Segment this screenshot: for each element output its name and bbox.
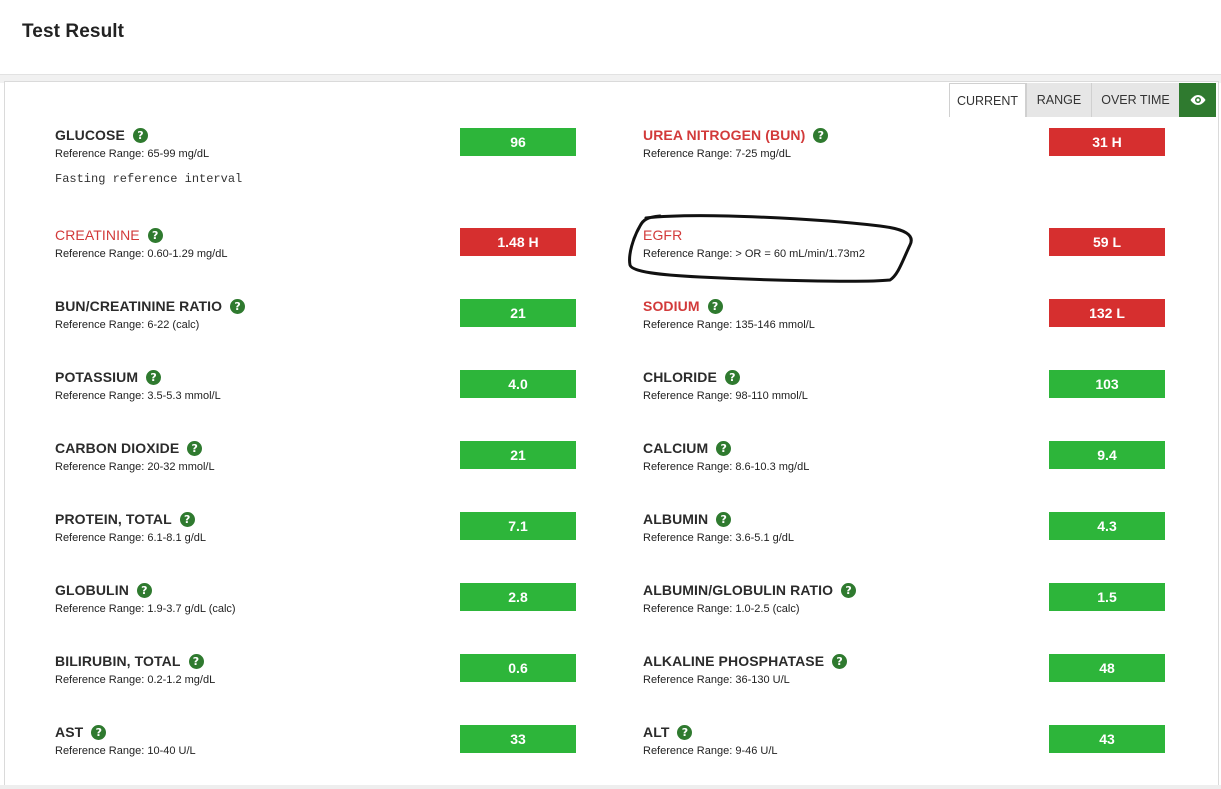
test-name-label: UREA NITROGEN (BUN) [643,127,806,143]
test-name-label: ALT [643,724,670,740]
result-value-badge[interactable]: 43 [1049,725,1165,753]
test-name: GLUCOSE? [55,127,148,143]
reference-range: Reference Range: 1.9-3.7 g/dL (calc) [55,603,236,615]
help-icon[interactable]: ? [187,440,203,456]
help-icon[interactable]: ? [230,298,246,314]
test-name-label: BUN/CREATININE RATIO [55,298,223,314]
reference-range: Reference Range: 0.60-1.29 mg/dL [55,248,228,260]
help-icon[interactable]: ? [716,511,732,527]
eye-icon [1190,95,1205,105]
test-name-label: BILIRUBIN, TOTAL [55,653,181,669]
reference-range: Reference Range: 20-32 mmol/L [55,461,215,473]
test-name: GLOBULIN? [55,582,152,598]
result-value-badge[interactable]: 4.3 [1049,512,1165,540]
help-icon[interactable]: ? [132,127,148,143]
test-name: ALT? [643,724,693,740]
test-name: BILIRUBIN, TOTAL? [55,653,204,669]
help-icon[interactable]: ? [841,582,857,598]
test-name: UREA NITROGEN (BUN)? [643,127,829,143]
test-name-label: ALBUMIN/GLOBULIN RATIO [643,582,834,598]
result-value-badge[interactable]: 7.1 [460,512,576,540]
reference-range: Reference Range: 6-22 (calc) [55,319,200,331]
test-name-label: CHLORIDE [643,369,717,385]
help-icon[interactable]: ? [188,653,204,669]
result-value-badge[interactable]: 4.0 [460,370,576,398]
reference-range: Reference Range: 36-130 U/L [643,674,790,686]
help-icon[interactable]: ? [724,369,740,385]
result-value-badge[interactable]: 21 [460,441,576,469]
test-name: POTASSIUM? [55,369,162,385]
test-name-label: PROTEIN, TOTAL [55,511,172,527]
reference-range: Reference Range: 9-46 U/L [643,745,778,757]
result-value-badge[interactable]: 96 [460,128,576,156]
help-icon[interactable]: ? [716,440,732,456]
test-name: CREATININE? [55,227,163,243]
test-name-label: AST [55,724,84,740]
test-name-label: POTASSIUM [55,369,139,385]
result-value-badge[interactable]: 0.6 [460,654,576,682]
result-value-badge[interactable]: 1.5 [1049,583,1165,611]
help-icon[interactable]: ? [179,511,195,527]
help-icon[interactable]: ? [147,227,163,243]
reference-range: Reference Range: 1.0-2.5 (calc) [643,603,800,615]
reference-range: Reference Range: 3.6-5.1 g/dL [643,532,795,544]
test-name: CARBON DIOXIDE? [55,440,203,456]
test-name-label: ALKALINE PHOSPHATASE [643,653,825,669]
help-icon[interactable]: ? [91,724,107,740]
result-value-badge[interactable]: 1.48 H [460,228,576,256]
tab-current[interactable]: CURRENT [949,83,1026,117]
reference-range: Reference Range: 10-40 U/L [55,745,196,757]
result-value-badge[interactable]: 132 L [1049,299,1165,327]
result-value-badge[interactable]: 9.4 [1049,441,1165,469]
reference-range: Reference Range: 65-99 mg/dL [55,148,210,160]
test-name: ALBUMIN? [643,511,732,527]
result-value-badge[interactable]: 33 [460,725,576,753]
reference-range: Reference Range: > OR = 60 mL/min/1.73m2 [643,248,865,260]
test-name: EGFR [643,227,682,243]
result-value-badge[interactable]: 48 [1049,654,1165,682]
test-name: PROTEIN, TOTAL? [55,511,195,527]
result-value-badge[interactable]: 21 [460,299,576,327]
test-name: ALBUMIN/GLOBULIN RATIO? [643,582,857,598]
test-name: CALCIUM? [643,440,732,456]
reference-range: Reference Range: 6.1-8.1 g/dL [55,532,207,544]
test-name-label: CREATININE [55,227,140,243]
help-icon[interactable]: ? [146,369,162,385]
help-icon[interactable]: ? [136,582,152,598]
view-tabs: CURRENT RANGE OVER TIME [949,83,1216,117]
reference-range: Reference Range: 98-110 mmol/L [643,390,808,402]
result-value-badge[interactable]: 59 L [1049,228,1165,256]
test-name-label: GLUCOSE [55,127,125,143]
reference-range: Reference Range: 3.5-5.3 mmol/L [55,390,221,402]
test-name-label: CARBON DIOXIDE [55,440,180,456]
result-value-badge[interactable]: 31 H [1049,128,1165,156]
toggle-visibility-button[interactable] [1179,83,1216,117]
test-name: SODIUM? [643,298,723,314]
test-name-label: GLOBULIN [55,582,129,598]
page-header: Test Result [0,0,1221,74]
help-icon[interactable]: ? [813,127,829,143]
reference-range: Reference Range: 135-146 mmol/L [643,319,815,331]
test-name: CHLORIDE? [643,369,740,385]
result-value-badge[interactable]: 2.8 [460,583,576,611]
reference-range: Reference Range: 7-25 mg/dL [643,148,791,160]
test-name-label: CALCIUM [643,440,709,456]
result-value-badge[interactable]: 103 [1049,370,1165,398]
test-name-label: SODIUM [643,298,700,314]
test-name: BUN/CREATININE RATIO? [55,298,246,314]
test-name-label: EGFR [643,227,683,243]
test-name: ALKALINE PHOSPHATASE? [643,653,848,669]
panel-bottom-bar [0,785,1221,789]
help-icon[interactable]: ? [832,653,848,669]
help-icon[interactable]: ? [707,298,723,314]
help-icon[interactable]: ? [677,724,693,740]
reference-range: Reference Range: 0.2-1.2 mg/dL [55,674,216,686]
test-name-label: ALBUMIN [643,511,709,527]
tab-over-time[interactable]: OVER TIME [1091,83,1179,117]
tab-range[interactable]: RANGE [1026,83,1091,117]
page-title: Test Result [22,21,125,42]
reference-range: Reference Range: 8.6-10.3 mg/dL [643,461,810,473]
test-name: AST? [55,724,107,740]
reference-note: Fasting reference interval [55,172,243,186]
